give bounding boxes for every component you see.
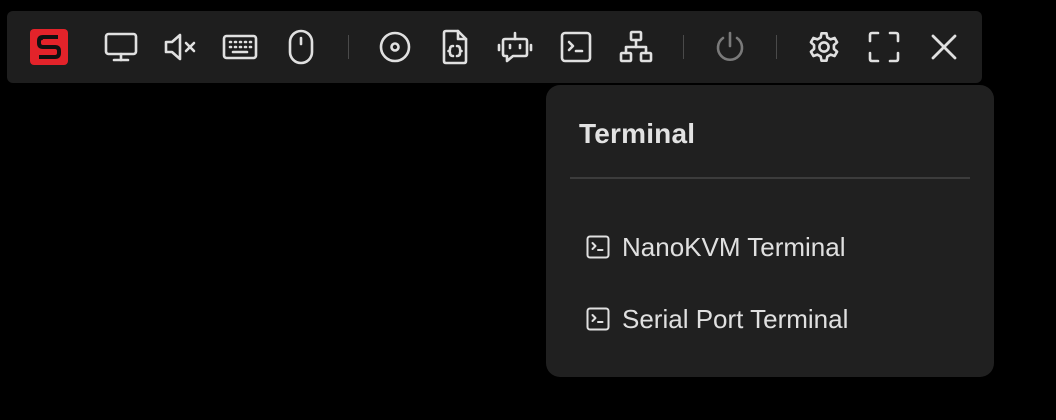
gear-icon[interactable] (806, 29, 842, 65)
power-icon (712, 29, 748, 65)
menu-item-serial-port-terminal[interactable]: Serial Port Terminal (586, 299, 848, 339)
terminal-popover: Terminal NanoKVM Terminal Serial Port Te… (546, 85, 994, 377)
terminal-icon[interactable] (558, 29, 594, 65)
toolbar-divider (348, 35, 349, 59)
menu-item-nanokvm-terminal[interactable]: NanoKVM Terminal (586, 227, 846, 267)
file-code-icon[interactable] (437, 29, 473, 65)
fullscreen-icon[interactable] (866, 29, 902, 65)
network-icon[interactable] (618, 29, 654, 65)
keyboard-icon[interactable] (222, 29, 258, 65)
terminal-icon (586, 233, 614, 261)
popover-title: Terminal (579, 118, 696, 149)
bot-icon[interactable] (497, 29, 533, 65)
terminal-icon (586, 305, 614, 333)
toolbar (7, 11, 982, 83)
disc-icon[interactable] (377, 29, 413, 65)
sipeed-logo-icon[interactable] (30, 29, 68, 65)
toolbar-divider (776, 35, 777, 59)
popover-divider (570, 177, 970, 179)
close-icon[interactable] (926, 29, 962, 65)
toolbar-divider (683, 35, 684, 59)
menu-item-label: NanoKVM Terminal (622, 231, 846, 262)
monitor-icon[interactable] (103, 29, 139, 65)
speaker-muted-icon[interactable] (162, 29, 198, 65)
menu-item-label: Serial Port Terminal (622, 303, 849, 334)
mouse-icon[interactable] (283, 29, 319, 65)
